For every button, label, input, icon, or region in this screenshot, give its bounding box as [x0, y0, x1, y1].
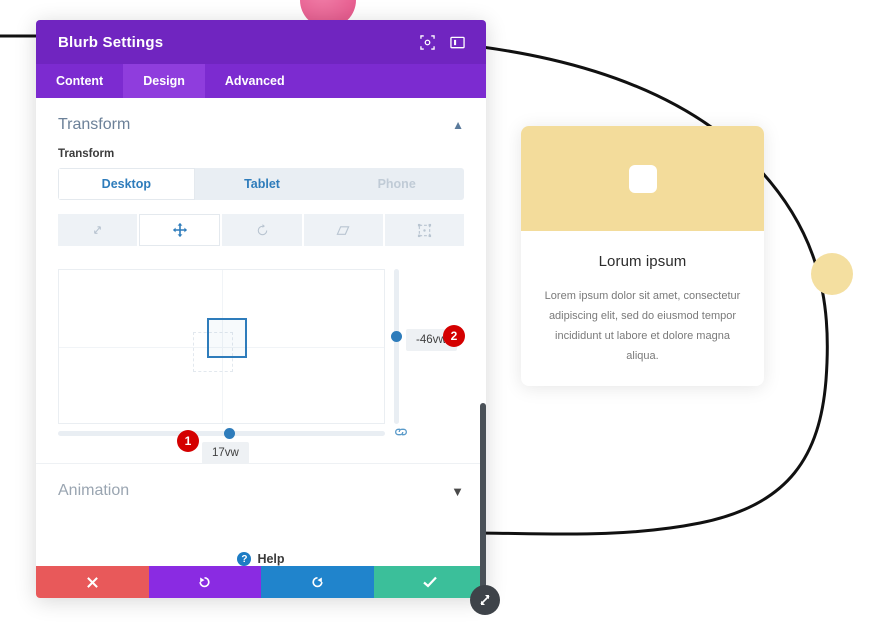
card-description: Lorem ipsum dolor sit amet, consectetur …	[544, 290, 741, 363]
transform-section-header[interactable]: Transform ▲	[36, 98, 486, 144]
tab-content[interactable]: Content	[36, 64, 123, 98]
blurb-icon-placeholder	[628, 164, 657, 193]
origin-icon[interactable]	[384, 214, 465, 246]
transform-drag-square[interactable]	[207, 318, 247, 358]
vertical-slider-thumb[interactable]	[391, 331, 402, 342]
transform-mode-group	[58, 214, 465, 246]
chevron-down-icon[interactable]: ▼	[451, 485, 464, 498]
screenshot-root: Lorum ipsum Lorem ipsum dolor sit amet, …	[0, 0, 880, 639]
horizontal-slider[interactable]	[58, 428, 385, 439]
annotation-badge-1: 1	[177, 430, 199, 452]
transform-canvas[interactable]	[58, 269, 385, 424]
save-button[interactable]	[373, 566, 486, 598]
undo-icon	[199, 576, 210, 587]
transform-canvas-area: -46vw 17vw	[58, 269, 464, 464]
modal-tabs: Content Design Advanced	[36, 64, 486, 98]
focus-target-icon[interactable]	[414, 29, 440, 55]
undo-button[interactable]	[148, 566, 261, 598]
help-link[interactable]: ? Help	[36, 552, 486, 566]
card-title: Lorum ipsum	[598, 253, 687, 270]
cancel-button[interactable]	[36, 566, 149, 598]
tab-design[interactable]: Design	[123, 64, 205, 98]
modal-footer	[36, 566, 486, 598]
redo-button[interactable]	[261, 566, 374, 598]
horizontal-slider-thumb[interactable]	[224, 428, 235, 439]
move-icon[interactable]	[139, 214, 221, 246]
resize-handle-icon[interactable]	[470, 585, 500, 615]
annotation-badge-2: 2	[443, 325, 465, 347]
chevron-up-icon[interactable]: ▲	[452, 119, 464, 131]
device-button-tablet[interactable]: Tablet	[194, 168, 330, 200]
device-button-desktop[interactable]: Desktop	[58, 168, 195, 200]
horizontal-value-chip: 17vw	[202, 442, 249, 464]
layout-panel-icon[interactable]	[444, 29, 470, 55]
modal-scrollbar[interactable]	[480, 403, 486, 598]
animation-section-title: Animation	[58, 482, 130, 499]
tab-advanced[interactable]: Advanced	[205, 64, 305, 98]
transform-section-title: Transform	[58, 116, 131, 133]
vertical-slider[interactable]	[391, 269, 402, 424]
blurb-settings-modal[interactable]: Blurb Settings Content Design Advanced T…	[36, 20, 486, 598]
scale-icon[interactable]	[58, 214, 138, 246]
card-body: Lorum ipsum Lorem ipsum dolor sit amet, …	[521, 231, 764, 366]
x-icon	[86, 576, 98, 588]
question-mark-icon: ?	[237, 552, 252, 566]
modal-header: Blurb Settings	[36, 20, 486, 64]
yellow-dot-decoration	[811, 253, 853, 295]
help-label: Help	[257, 552, 285, 566]
modal-body: Transform ▲ Transform Desktop Tablet Pho…	[36, 98, 486, 598]
device-button-phone[interactable]: Phone	[329, 168, 464, 200]
rotate-icon[interactable]	[222, 214, 302, 246]
transform-field-label: Transform	[58, 148, 115, 160]
device-toggle-group: Desktop Tablet Phone	[58, 168, 464, 200]
skew-icon[interactable]	[303, 214, 383, 246]
redo-icon	[312, 576, 323, 587]
page-title: Blurb Settings	[58, 33, 164, 51]
animation-section-header[interactable]: Animation ▼	[36, 464, 486, 518]
check-icon	[423, 576, 437, 588]
card-header-band	[521, 126, 764, 231]
link-icon[interactable]	[392, 424, 410, 440]
blurb-preview-card[interactable]: Lorum ipsum Lorem ipsum dolor sit amet, …	[521, 126, 764, 386]
